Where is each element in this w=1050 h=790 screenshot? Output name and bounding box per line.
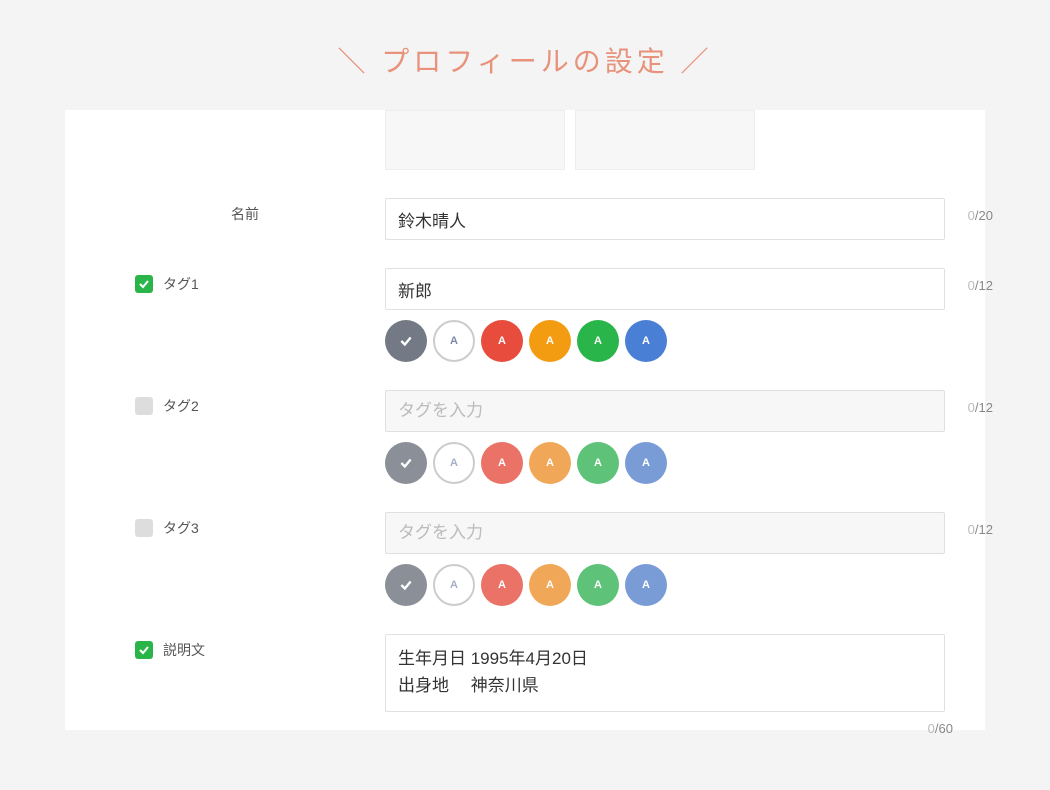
tag3-color-white[interactable]: A bbox=[433, 564, 475, 606]
page-title: ＼ プロフィールの設定 ／ bbox=[0, 0, 1050, 110]
tag2-color-orange[interactable]: A bbox=[529, 442, 571, 484]
tag3-checkbox[interactable] bbox=[135, 519, 153, 537]
tag3-row: タグ3 0/12 A A A A A bbox=[105, 512, 945, 606]
check-icon bbox=[399, 578, 413, 592]
tag1-checkbox[interactable] bbox=[135, 275, 153, 293]
tag2-input-col: 0/12 A A A A A bbox=[385, 390, 945, 484]
description-label-col: 説明文 bbox=[105, 634, 385, 660]
profile-panel: 名前 0/20 タグ1 0/12 A A A A A bbox=[65, 110, 985, 730]
tag2-color-white[interactable]: A bbox=[433, 442, 475, 484]
tag3-color-green[interactable]: A bbox=[577, 564, 619, 606]
check-icon bbox=[138, 278, 150, 290]
tag3-label: タグ3 bbox=[163, 518, 199, 538]
description-input-col: 0/60 bbox=[385, 634, 945, 736]
tag2-input[interactable] bbox=[385, 390, 945, 432]
description-checkbox[interactable] bbox=[135, 641, 153, 659]
tag1-color-row: A A A A A bbox=[385, 320, 945, 362]
tag3-counter: 0/12 bbox=[968, 522, 993, 537]
tag1-label-col: タグ1 bbox=[105, 268, 385, 294]
tag1-label: タグ1 bbox=[163, 274, 199, 294]
check-icon bbox=[399, 334, 413, 348]
description-row: 説明文 0/60 bbox=[105, 634, 945, 736]
name-counter: 0/20 bbox=[968, 208, 993, 223]
name-row: 名前 0/20 bbox=[105, 198, 945, 240]
tag1-color-orange[interactable]: A bbox=[529, 320, 571, 362]
image-upload-1[interactable] bbox=[385, 110, 565, 170]
tag1-input-col: 0/12 A A A A A bbox=[385, 268, 945, 362]
tag3-color-row: A A A A A bbox=[385, 564, 945, 606]
tag2-color-red[interactable]: A bbox=[481, 442, 523, 484]
tag2-row: タグ2 0/12 A A A A A bbox=[105, 390, 945, 484]
tag1-color-green[interactable]: A bbox=[577, 320, 619, 362]
name-label-col: 名前 bbox=[105, 198, 385, 224]
tag2-label-col: タグ2 bbox=[105, 390, 385, 416]
name-input-col: 0/20 bbox=[385, 198, 945, 240]
tag2-counter: 0/12 bbox=[968, 400, 993, 415]
tag3-label-col: タグ3 bbox=[105, 512, 385, 538]
image-upload-2[interactable] bbox=[575, 110, 755, 170]
tag3-color-orange[interactable]: A bbox=[529, 564, 571, 606]
check-icon bbox=[399, 456, 413, 470]
tag3-color-red[interactable]: A bbox=[481, 564, 523, 606]
tag1-input[interactable] bbox=[385, 268, 945, 310]
tag2-checkbox[interactable] bbox=[135, 397, 153, 415]
tag1-counter: 0/12 bbox=[968, 278, 993, 293]
tag1-color-red[interactable]: A bbox=[481, 320, 523, 362]
tag3-input[interactable] bbox=[385, 512, 945, 554]
description-label: 説明文 bbox=[163, 640, 205, 660]
tag3-color-blue[interactable]: A bbox=[625, 564, 667, 606]
image-upload-row bbox=[105, 110, 945, 170]
tag1-color-gray[interactable] bbox=[385, 320, 427, 362]
description-textarea[interactable] bbox=[385, 634, 945, 712]
tag1-color-white[interactable]: A bbox=[433, 320, 475, 362]
tag2-color-row: A A A A A bbox=[385, 442, 945, 484]
tag3-input-col: 0/12 A A A A A bbox=[385, 512, 945, 606]
tag2-color-green[interactable]: A bbox=[577, 442, 619, 484]
tag2-color-blue[interactable]: A bbox=[625, 442, 667, 484]
tag1-row: タグ1 0/12 A A A A A bbox=[105, 268, 945, 362]
tag2-color-gray[interactable] bbox=[385, 442, 427, 484]
description-counter: 0/60 bbox=[385, 721, 953, 736]
tag2-label: タグ2 bbox=[163, 396, 199, 416]
name-label: 名前 bbox=[231, 204, 259, 224]
check-icon bbox=[138, 644, 150, 656]
tag1-color-blue[interactable]: A bbox=[625, 320, 667, 362]
name-input[interactable] bbox=[385, 198, 945, 240]
tag3-color-gray[interactable] bbox=[385, 564, 427, 606]
